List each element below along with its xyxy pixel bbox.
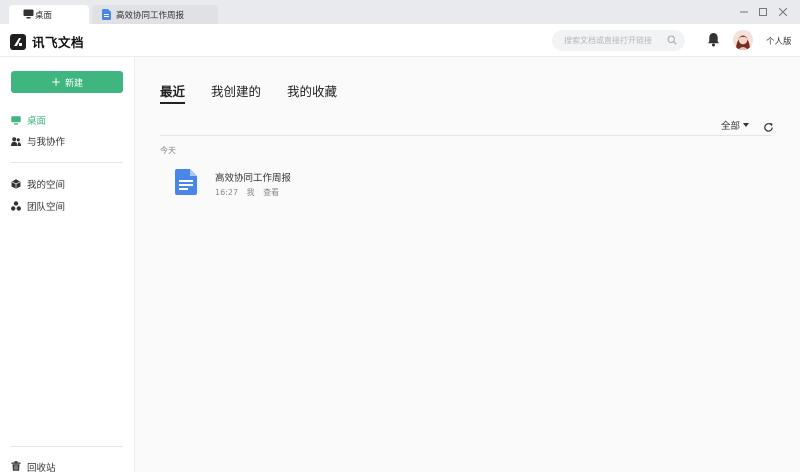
- tab-recent[interactable]: 最近: [160, 81, 186, 104]
- sidebar-item-label: 团队空间: [27, 202, 66, 213]
- new-button[interactable]: + 新建: [11, 71, 123, 93]
- sidebar-item-my-space[interactable]: 我的空间: [11, 176, 65, 192]
- sidebar-divider: [11, 162, 123, 163]
- trash-label: 回收站: [27, 463, 56, 472]
- cube-icon: [11, 179, 21, 189]
- search-placeholder: 搜索文档或直接打开链接: [564, 36, 652, 45]
- window-tab-bar: 桌面 高效协同工作周报: [0, 0, 800, 24]
- sidebar-item-team-space[interactable]: 团队空间: [11, 198, 65, 214]
- sidebar-item-collaboration[interactable]: 与我协作: [11, 133, 65, 149]
- content-tabs: 最近 我创建的 我的收藏: [160, 81, 363, 104]
- sidebar-item-label: 与我协作: [27, 137, 66, 148]
- window-tab-label: 高效协同工作周报: [116, 10, 185, 21]
- doc-icon: [102, 9, 111, 23]
- sidebar-item-trash[interactable]: 回收站: [11, 460, 56, 472]
- new-button-label: 新建: [65, 78, 84, 89]
- team-icon: [11, 201, 21, 211]
- people-icon: [11, 136, 21, 146]
- group-label-today: 今天: [160, 146, 176, 155]
- close-button[interactable]: [776, 6, 790, 18]
- monitor-icon: [11, 115, 21, 125]
- window-tab-document[interactable]: 高效协同工作周报: [92, 5, 218, 24]
- main-content: 最近 我创建的 我的收藏 全部 今天 高效协同工作周报 16:27 我 查看: [135, 57, 800, 472]
- search-icon[interactable]: [667, 35, 677, 47]
- caret-down-icon: [743, 123, 750, 127]
- trash-icon: [11, 460, 21, 472]
- minimize-button[interactable]: [737, 6, 751, 18]
- filter-label: 全部: [721, 121, 741, 132]
- tab-created-by-me[interactable]: 我创建的: [211, 81, 261, 104]
- monitor-icon: [23, 9, 34, 22]
- bell-icon[interactable]: [707, 32, 720, 51]
- sidebar: + 新建 桌面 与我协作 我的空间 团队空间 回收站: [0, 57, 135, 472]
- tab-favorites[interactable]: 我的收藏: [287, 81, 337, 104]
- sidebar-item-desktop[interactable]: 桌面: [11, 112, 46, 128]
- app-header: 讯飞文档 搜索文档或直接打开链接 个人版: [0, 24, 800, 57]
- filter-dropdown[interactable]: 全部: [721, 118, 750, 132]
- brand-name: 讯飞文档: [32, 35, 85, 50]
- document-meta: 16:27 我 查看: [215, 187, 285, 198]
- document-action: 查看: [263, 188, 280, 197]
- content-divider: [160, 135, 772, 136]
- document-time: 16:27: [215, 188, 239, 197]
- doc-icon: [175, 169, 197, 199]
- search-input[interactable]: 搜索文档或直接打开链接: [552, 30, 685, 51]
- maximize-button[interactable]: [756, 6, 770, 18]
- window-tab-desktop[interactable]: 桌面: [9, 5, 89, 24]
- document-owner: 我: [246, 188, 255, 197]
- avatar[interactable]: [733, 30, 753, 50]
- document-item[interactable]: 高效协同工作周报 16:27 我 查看: [175, 169, 475, 199]
- brand-logo-icon: [10, 33, 26, 50]
- sidebar-item-label: 我的空间: [27, 180, 66, 191]
- sidebar-item-label: 桌面: [27, 116, 47, 127]
- plus-icon: +: [50, 75, 62, 89]
- brand[interactable]: 讯飞文档: [10, 32, 84, 51]
- sidebar-bottom-divider: [11, 446, 123, 447]
- window-tab-label: 桌面: [35, 10, 53, 21]
- personal-edition-label[interactable]: 个人版: [766, 35, 792, 47]
- document-title[interactable]: 高效协同工作周报: [215, 170, 291, 184]
